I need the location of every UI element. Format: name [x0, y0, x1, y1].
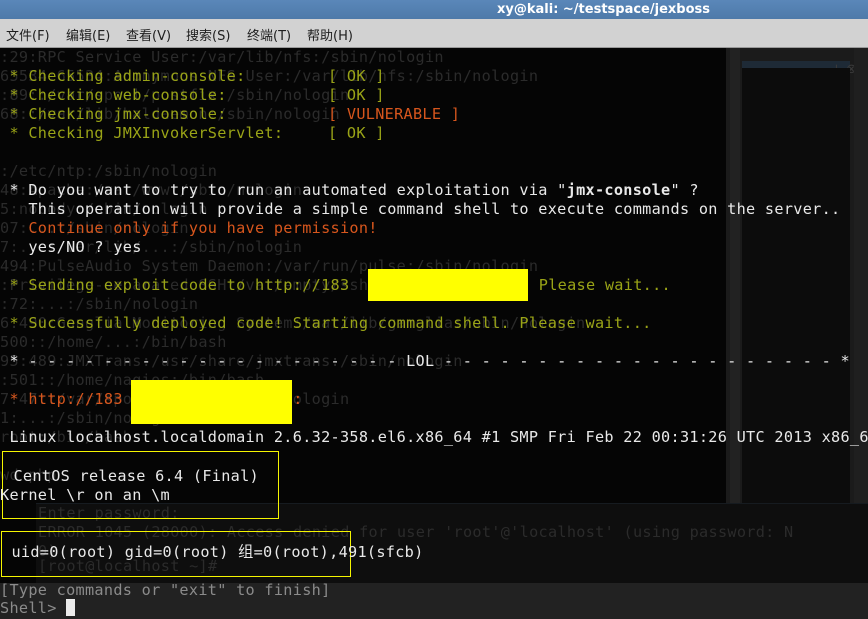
- menu-view[interactable]: 查看(V): [126, 25, 171, 44]
- deployed-line: * Successfully deployed code! Starting c…: [0, 314, 652, 332]
- lol-banner: * - - - - - - - - - - - - - - - - - - - …: [0, 352, 850, 370]
- sending-exploit-line: * Sending exploit code to http://183/. P…: [0, 276, 671, 294]
- status-vulnerable: [ VULNERABLE ]: [328, 105, 461, 123]
- check-jmxinvokerservlet: * Checking JMXInvokerServlet:[ OK ]: [0, 124, 385, 142]
- id-output: uid=0(root) gid=0(root) 组=0(root),491(sf…: [2, 543, 424, 561]
- menu-terminal[interactable]: 终端(T): [247, 25, 291, 44]
- check-jmx-console: * Checking jmx-console:[ VULNERABLE ]: [0, 105, 461, 123]
- status-ok: [ OK ]: [328, 86, 385, 104]
- kernel-line: Kernel \r on an \m: [0, 486, 170, 504]
- shell-prompt-line[interactable]: Shell>: [0, 599, 76, 618]
- operation-info: This operation will provide a simple com…: [0, 200, 841, 218]
- ghost-line: 500::/home/...:/bin/bash: [0, 333, 227, 351]
- background-window-body: [742, 68, 850, 568]
- window-title: xy@kali: ~/testspace/jexboss: [497, 2, 710, 17]
- terminal-area[interactable]: − + ⊗ :29:RPC Service User:/var/lib/nfs:…: [0, 48, 868, 619]
- yes-no-answer: yes/NO ? yes: [0, 238, 142, 256]
- redaction-box: [131, 380, 292, 424]
- menu-file[interactable]: 文件(F): [6, 25, 50, 44]
- check-admin-console: * Checking admin-console:[ OK ]: [0, 67, 385, 85]
- shell-hint: [Type commands or "exit" to finish]: [0, 581, 331, 599]
- ghost-line: :29:RPC Service User:/var/lib/nfs:/sbin/…: [0, 48, 444, 66]
- status-ok: [ OK ]: [328, 67, 385, 85]
- redaction-box: [368, 269, 528, 301]
- status-ok: [ OK ]: [328, 124, 385, 142]
- window-title-bar[interactable]: xy@kali: ~/testspace/jexboss: [0, 0, 868, 19]
- menu-help[interactable]: 帮助(H): [307, 25, 353, 44]
- os-release: CentOS release 6.4 (Final): [4, 467, 259, 485]
- shell-prompt: Shell>: [0, 599, 67, 617]
- menu-bar: 文件(F) 编辑(E) 查看(V) 搜索(S) 终端(T) 帮助(H): [0, 19, 868, 48]
- check-web-console: * Checking web-console:[ OK ]: [0, 86, 385, 104]
- text-cursor: [66, 599, 76, 616]
- permission-warning: Continue only if you have permission!: [0, 219, 378, 237]
- ghost-line: :/etc/ntp:/sbin/nologin: [0, 162, 218, 180]
- uname-output: Linux localhost.localdomain 2.6.32-358.e…: [0, 428, 868, 446]
- ghost-line: :72:...:/sbin/nologin: [0, 295, 199, 313]
- menu-search[interactable]: 搜索(S): [186, 25, 230, 44]
- exploit-question: * Do you want to try to run an automated…: [0, 181, 699, 199]
- menu-edit[interactable]: 编辑(E): [66, 25, 110, 44]
